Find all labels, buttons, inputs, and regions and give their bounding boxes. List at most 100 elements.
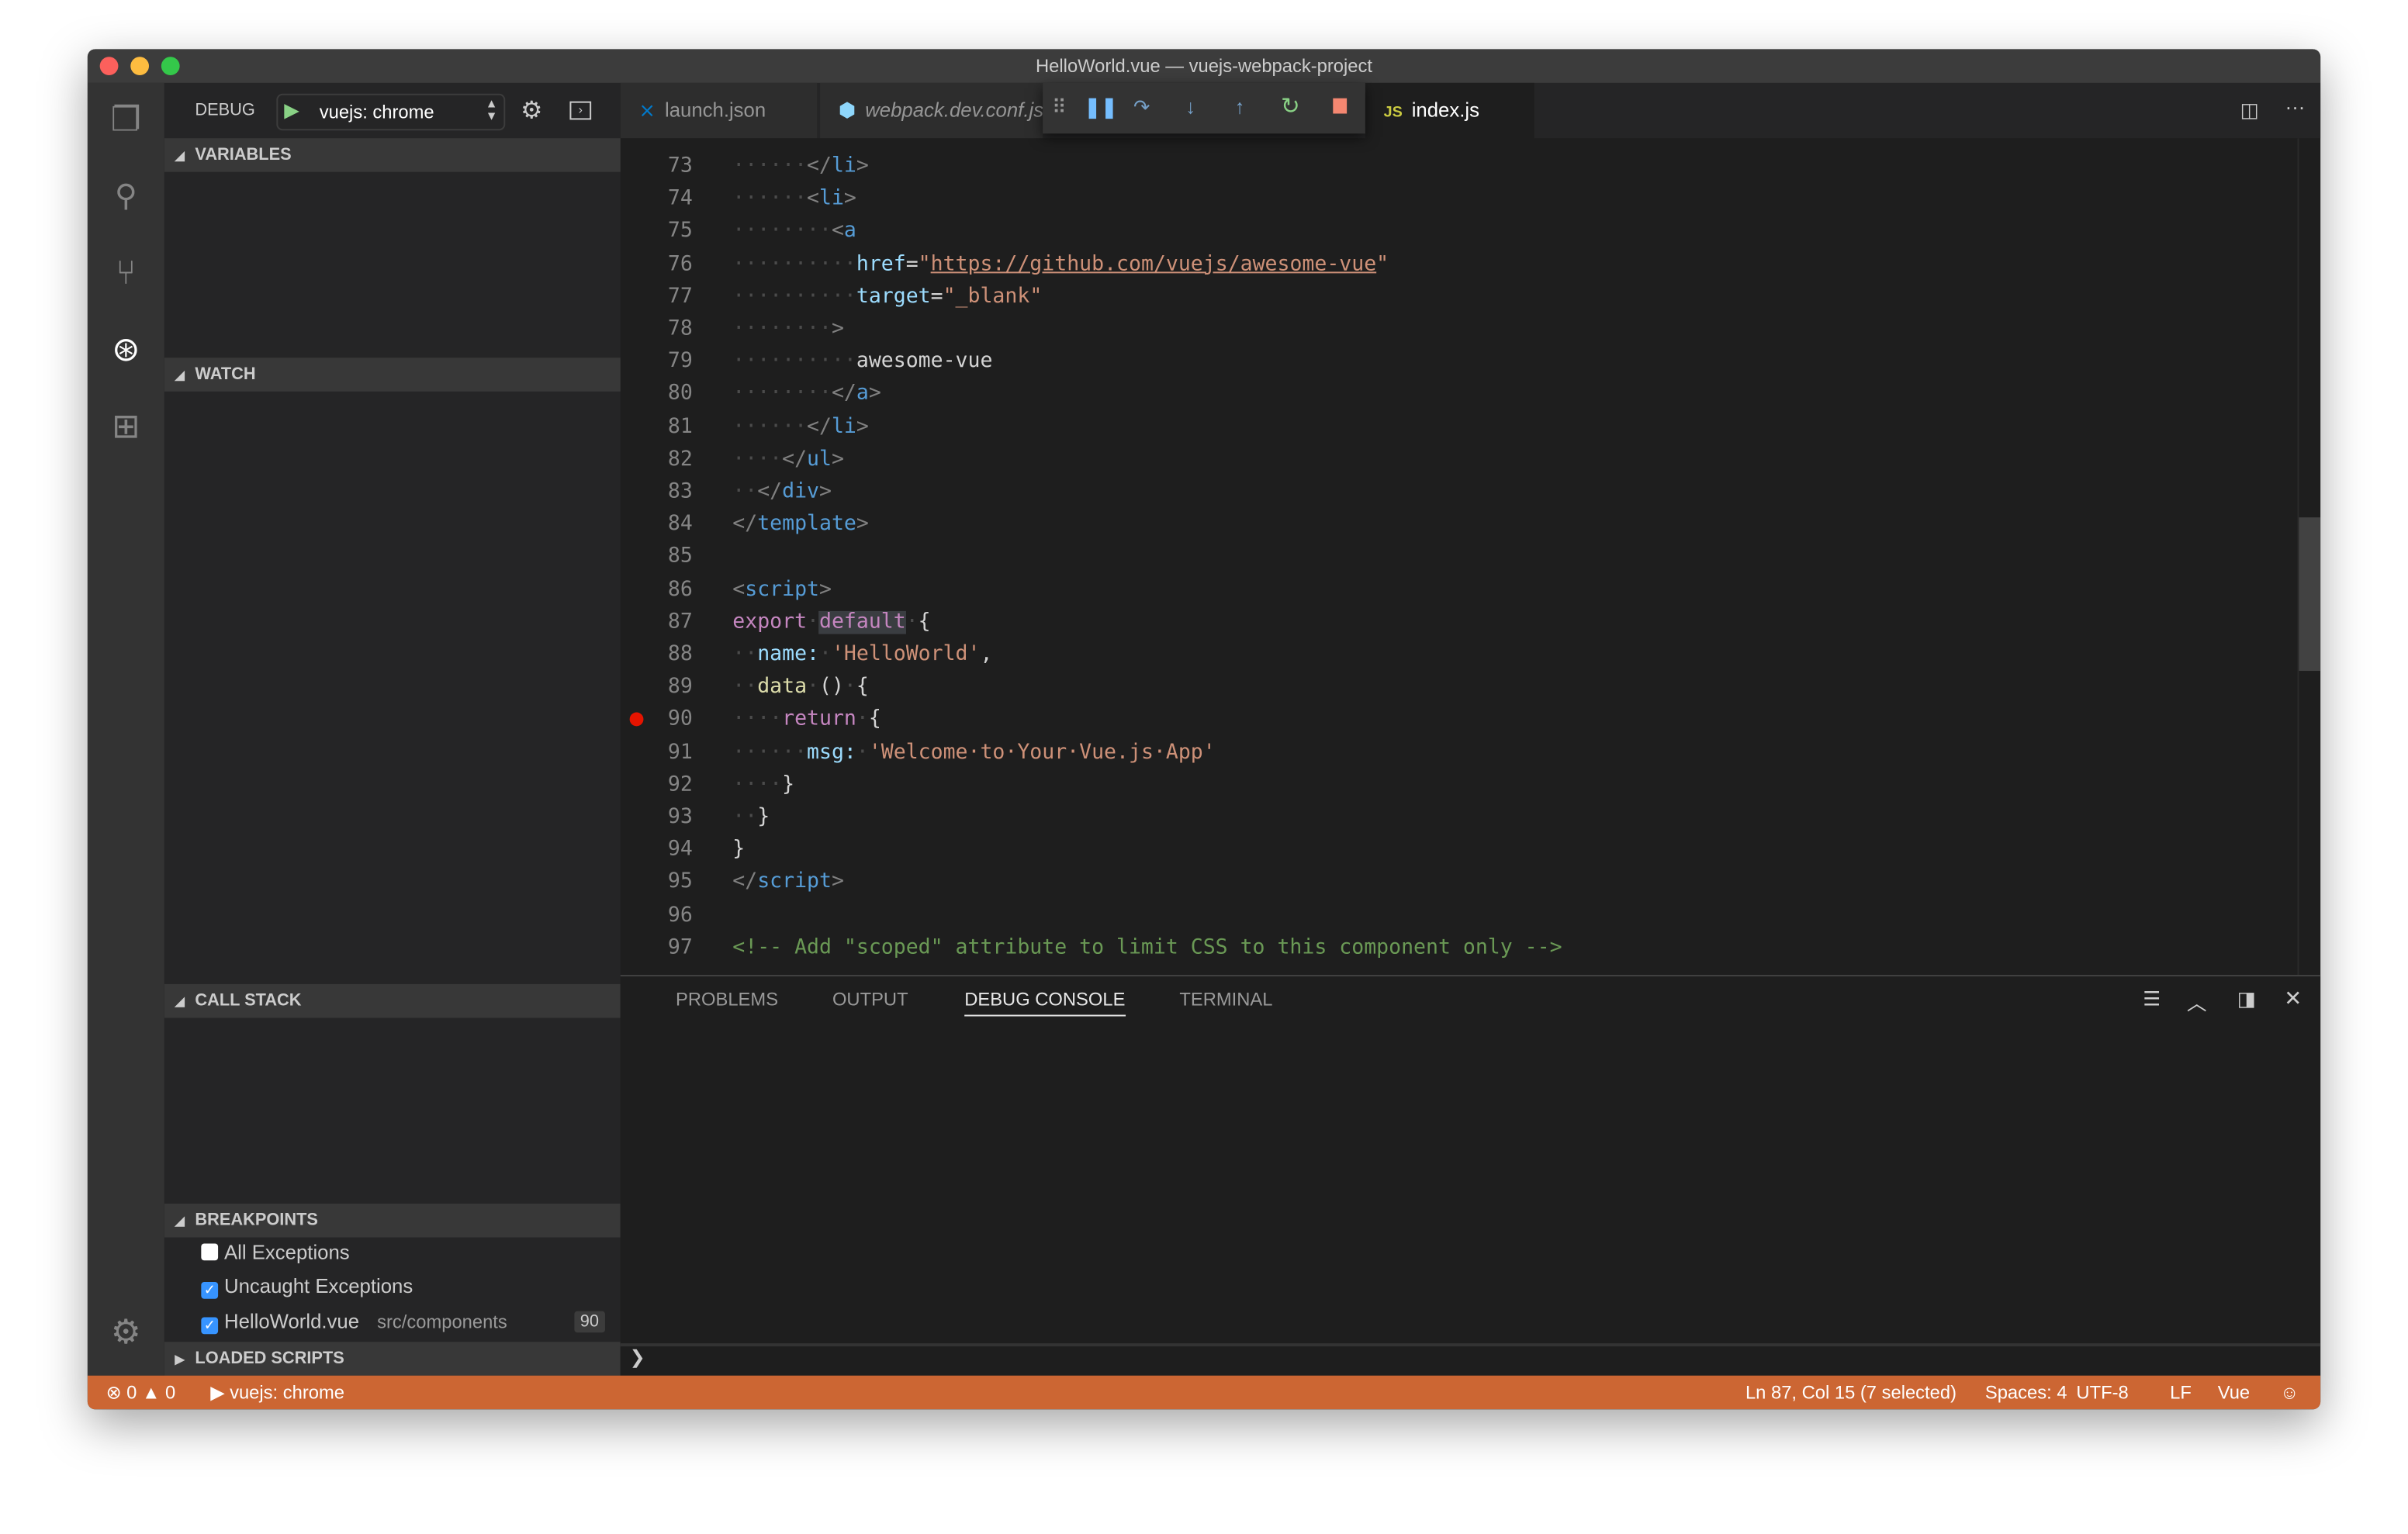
- more-actions-icon[interactable]: ···: [2285, 95, 2306, 119]
- code-token: a: [843, 219, 856, 244]
- breakpoint-item[interactable]: ✓ HelloWorld.vue src/components 90: [201, 1305, 605, 1339]
- encoding[interactable]: UTF-8: [2076, 1376, 2128, 1410]
- search-icon[interactable]: ⚲: [108, 178, 145, 216]
- line-ending[interactable]: LF: [2170, 1376, 2192, 1410]
- pause-icon[interactable]: ❚❚: [1085, 95, 1118, 120]
- code-line[interactable]: 89 ··data·()·{: [621, 671, 2320, 703]
- code-line[interactable]: 85: [621, 541, 2320, 574]
- problems-status[interactable]: ⊗ 0 ▲ 0: [106, 1376, 176, 1410]
- checkbox-checked[interactable]: ✓: [201, 1317, 219, 1335]
- code-text: ··</div>: [732, 476, 832, 509]
- code-line[interactable]: 80 ········</a>: [621, 378, 2320, 411]
- code-text: ······<li>: [732, 183, 856, 216]
- debug-toolbar-header: DEBUG ▶ vuejs: chrome ▲ ▼ ⚙ ›: [164, 83, 621, 138]
- code-line[interactable]: 97 <!-- Add "scoped" attribute to limit C…: [621, 931, 2320, 964]
- debug-sidebar: DEBUG ▶ vuejs: chrome ▲ ▼ ⚙ › ◢ VARIABLES …: [164, 82, 621, 1376]
- step-into-icon[interactable]: ↓: [1185, 95, 1195, 119]
- code-line[interactable]: 90 ····return·{: [621, 703, 2320, 736]
- checkbox-checked[interactable]: ✓: [201, 1281, 219, 1299]
- files-icon[interactable]: ❐: [108, 101, 145, 139]
- indentation[interactable]: Spaces: 4: [1985, 1376, 2067, 1410]
- code-token[interactable]: https://github.com/vuejs/awesome-vue: [931, 253, 1377, 276]
- code-line[interactable]: 81 ······</li>: [621, 411, 2320, 444]
- code-text: ······msg:·'Welcome·to·Your·Vue.js·App': [732, 736, 1215, 769]
- code-token: ,: [980, 643, 993, 667]
- code-line[interactable]: 96: [621, 899, 2320, 931]
- zoom-window-button[interactable]: [161, 57, 180, 76]
- code-token: }: [732, 838, 746, 862]
- panel-tab-problems[interactable]: PROBLEMS: [676, 989, 778, 1011]
- code-line[interactable]: 93 ··}: [621, 801, 2320, 834]
- section-breakpoints[interactable]: ◢ BREAKPOINTS: [164, 1204, 621, 1238]
- code-line[interactable]: 74 ······<li>: [621, 183, 2320, 216]
- line-number: 94: [667, 838, 693, 862]
- code-token: <: [732, 578, 746, 602]
- start-debugging-icon[interactable]: ▶: [284, 98, 299, 123]
- code-line[interactable]: 76 ··········href="https://github.com/vue…: [621, 248, 2320, 281]
- code-line[interactable]: 83 ··</div>: [621, 476, 2320, 509]
- toggle-panel-position-icon[interactable]: ◨: [2237, 987, 2256, 1012]
- debug-config-select[interactable]: ▶ vuejs: chrome ▲ ▼: [276, 93, 506, 131]
- step-out-icon[interactable]: ↑: [1235, 95, 1245, 119]
- tab-launch-json[interactable]: ⨯ launch.json: [620, 82, 818, 139]
- drag-handle-icon[interactable]: ⠿: [1052, 95, 1067, 120]
- section-loaded-scripts[interactable]: ▶ LOADED SCRIPTS: [164, 1342, 621, 1376]
- section-call-stack[interactable]: ◢ CALL STACK: [164, 983, 621, 1018]
- code-line[interactable]: 73 ······</li>: [621, 150, 2320, 183]
- code-line[interactable]: 75 ········<a: [621, 216, 2320, 248]
- close-window-button[interactable]: [99, 57, 119, 76]
- code-line[interactable]: 88 ··name:·'HelloWorld',: [621, 639, 2320, 672]
- debug-status[interactable]: ▶ vuejs: chrome: [210, 1376, 344, 1410]
- code-line[interactable]: 87 export·default·{: [621, 606, 2320, 639]
- code-line[interactable]: 79 ··········awesome-vue: [621, 346, 2320, 378]
- panel-tab-output[interactable]: OUTPUT: [832, 989, 908, 1011]
- code-line[interactable]: 91 ······msg:·'Welcome·to·Your·Vue.js·App…: [621, 736, 2320, 769]
- line-number: 88: [667, 643, 693, 667]
- section-watch[interactable]: ◢ WATCH: [164, 358, 621, 392]
- minimize-window-button[interactable]: [130, 57, 150, 76]
- tab-index-js[interactable]: JS index.js: [1365, 82, 1534, 139]
- code-token: ": [1376, 252, 1389, 276]
- code-token: >: [843, 187, 856, 211]
- debug-console-icon[interactable]: ›: [569, 101, 592, 120]
- cursor-position[interactable]: Ln 87, Col 15 (7 selected): [1745, 1376, 1956, 1410]
- code-line[interactable]: 77 ··········target="_blank": [621, 281, 2320, 313]
- line-number: 95: [667, 871, 693, 894]
- gear-icon[interactable]: ⚙: [108, 1314, 145, 1352]
- code-line[interactable]: 92 ····}: [621, 769, 2320, 801]
- indent-whitespace: ········: [732, 219, 832, 244]
- code-line[interactable]: 94}: [621, 834, 2320, 866]
- clear-console-icon[interactable]: ☰: [2143, 987, 2161, 1012]
- split-editor-icon[interactable]: ◫: [2240, 98, 2259, 123]
- code-token: ": [918, 252, 931, 276]
- breakpoint-item[interactable]: All Exceptions: [201, 1236, 350, 1270]
- code-text: ··········awesome-vue: [732, 346, 992, 378]
- section-variables[interactable]: ◢ VARIABLES: [164, 138, 621, 172]
- source-control-icon[interactable]: ⑂: [108, 254, 145, 292]
- language-mode[interactable]: Vue: [2218, 1376, 2250, 1410]
- debug-icon[interactable]: ⊛: [108, 331, 145, 369]
- code-token: li: [831, 415, 856, 439]
- panel-tab-terminal[interactable]: TERMINAL: [1179, 989, 1272, 1011]
- stop-icon[interactable]: [1333, 98, 1348, 114]
- code-line[interactable]: 95 </script>: [621, 866, 2320, 899]
- breakpoint-item[interactable]: ✓ Uncaught Exceptions: [201, 1270, 413, 1304]
- status-bar: ⊗ 0 ▲ 0 ▶ vuejs: chrome Ln 87, Col 15 (7…: [87, 1375, 2321, 1410]
- panel-tab-debug-console[interactable]: DEBUG CONSOLE: [964, 989, 1126, 1017]
- checkbox[interactable]: [201, 1243, 219, 1261]
- gear-icon[interactable]: ⚙: [521, 95, 542, 126]
- line-number: 96: [667, 903, 693, 927]
- feedback-smiley-icon[interactable]: ☺: [2280, 1376, 2299, 1410]
- tab-webpack-dev-conf[interactable]: ⬢ webpack.dev.conf.js: [820, 82, 1043, 139]
- code-line[interactable]: 82 ····</ul>: [621, 444, 2320, 476]
- restart-icon[interactable]: ↻: [1281, 92, 1300, 120]
- maximize-panel-icon[interactable]: ︿: [2187, 987, 2207, 1017]
- step-over-icon[interactable]: ↷: [1133, 95, 1150, 120]
- code-editor[interactable]: 73 ······</li> 74 ······<li> 75 ········<a 76 ·…: [621, 138, 2321, 976]
- close-panel-icon[interactable]: ✕: [2284, 986, 2302, 1012]
- console-input[interactable]: ❯: [620, 1343, 2321, 1376]
- code-line[interactable]: 78 ········>: [621, 313, 2320, 346]
- extensions-icon[interactable]: ⊞: [108, 408, 145, 446]
- code-line[interactable]: 84 </template>: [621, 509, 2320, 541]
- code-line[interactable]: 86 <script>: [621, 574, 2320, 606]
